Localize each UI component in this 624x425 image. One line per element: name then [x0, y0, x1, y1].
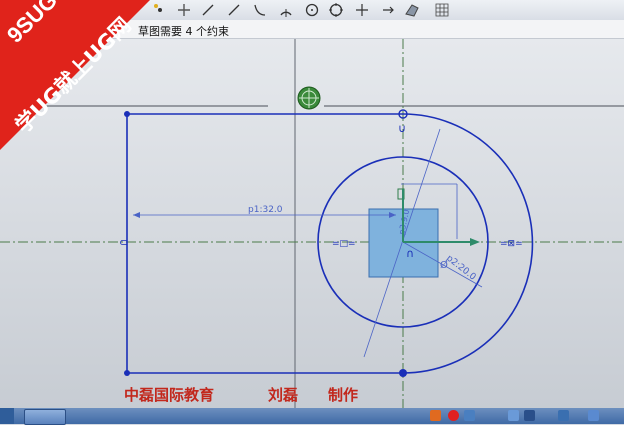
constraint-right-end: =⊠=: [500, 239, 523, 249]
status-message: 草图需要 4 个约束: [138, 25, 229, 38]
tray-s-icon[interactable]: [430, 410, 441, 421]
tray-volume-icon[interactable]: [524, 410, 535, 421]
constraint-vertical-top: ∪: [398, 122, 406, 135]
trim-icon[interactable]: [380, 2, 396, 18]
graphics-window[interactable]: p1:32.0 p2:20.0 Ø p3:9.0 ⊂ ∪ ∩ =□= =⊠=: [0, 39, 624, 408]
tray-ime-icon[interactable]: [558, 410, 569, 421]
tray-network-icon[interactable]: [464, 410, 475, 421]
credit-author: 刘磊: [268, 386, 299, 404]
p1-dimension-label: p1:32.0: [248, 205, 283, 215]
circle-arc-icon[interactable]: [278, 2, 294, 18]
fillet-icon[interactable]: [328, 2, 344, 18]
start-button[interactable]: [0, 408, 14, 424]
tray-app-icon[interactable]: [508, 410, 519, 421]
extend-icon[interactable]: [404, 2, 420, 18]
grid-icon[interactable]: [434, 2, 450, 18]
point-icon[interactable]: [152, 2, 168, 18]
endpoint-bottom-left: [124, 370, 130, 376]
endpoint-top-left: [124, 111, 130, 117]
endpoint-bottom-right: [399, 369, 407, 377]
constraint-tangent-center: ∩: [406, 247, 414, 260]
p1-arrow-left: [133, 212, 140, 218]
move-icon[interactable]: [176, 2, 192, 18]
x-arrow-head: [470, 238, 480, 246]
crosshair-icon[interactable]: [354, 2, 370, 18]
curve-icon[interactable]: [252, 2, 268, 18]
diameter-symbol: Ø: [440, 259, 448, 271]
constraint-coincident-left: ⊂: [119, 236, 128, 249]
status-bar: 草图需要 4 个约束: [0, 20, 624, 39]
rectangle-profile: [126, 113, 403, 374]
circle-icon[interactable]: [304, 2, 320, 18]
tray-clock-icon[interactable]: [588, 410, 599, 421]
line-icon[interactable]: [200, 2, 216, 18]
taskbar: [0, 408, 624, 425]
constraint-horizontal: =□=: [332, 239, 356, 249]
origin-target-icon: [297, 86, 321, 110]
tray-security-icon[interactable]: [448, 410, 459, 421]
arc-icon[interactable]: [226, 2, 242, 18]
sketch-toolbar: [0, 0, 624, 21]
credit-made: 制作: [328, 386, 359, 404]
credit-org: 中磊国际教育: [124, 386, 215, 404]
taskbar-app-button[interactable]: [24, 409, 66, 425]
sketch-canvas[interactable]: p1:32.0 p2:20.0 Ø p3:9.0 ⊂ ∪ ∩ =□= =⊠=: [0, 39, 624, 408]
